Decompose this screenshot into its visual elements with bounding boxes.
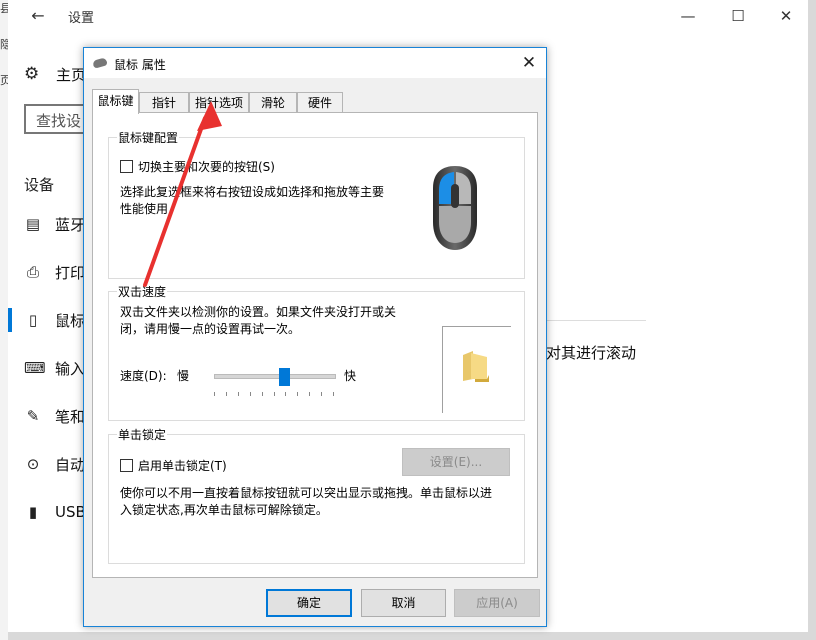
arrow-head — [197, 101, 222, 131]
arrow-shaft — [143, 116, 207, 287]
tab-buttons[interactable]: 鼠标键 — [92, 89, 139, 114]
watermark-suffix: 经验 — [710, 570, 758, 598]
baidu-watermark: Bai 经验 jingyan.baidu.com — [620, 560, 780, 630]
paw-icon — [682, 568, 705, 589]
watermark-url: jingyan.baidu.com — [624, 606, 744, 621]
watermark-brand: Bai — [624, 560, 674, 593]
